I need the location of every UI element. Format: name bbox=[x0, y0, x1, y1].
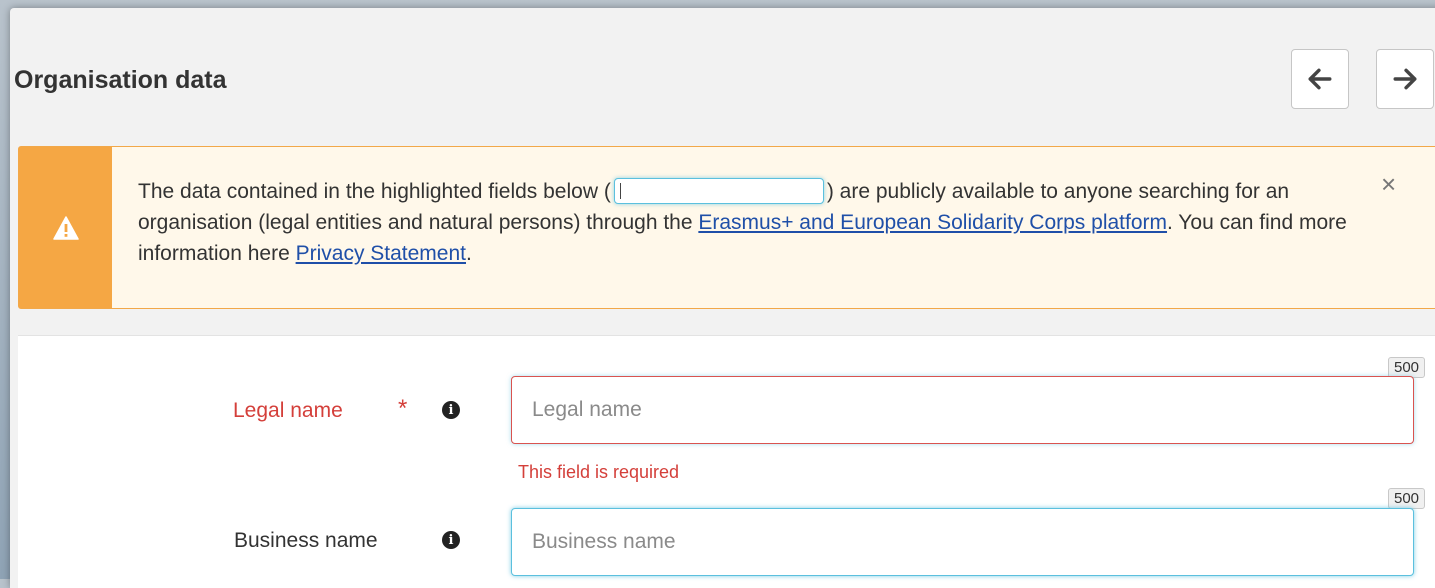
legal-name-label: Legal name bbox=[233, 399, 343, 422]
legal-name-input[interactable] bbox=[511, 376, 1414, 444]
arrow-right-icon bbox=[1393, 68, 1417, 90]
legal-name-info-icon[interactable]: i bbox=[442, 401, 460, 419]
alert-message: The data contained in the highlighted fi… bbox=[138, 176, 1358, 269]
platform-link[interactable]: Erasmus+ and European Solidarity Corps p… bbox=[698, 211, 1167, 234]
alert-close-icon[interactable]: × bbox=[1381, 171, 1396, 197]
required-marker: * bbox=[398, 395, 408, 422]
alert-text-part4: . bbox=[466, 242, 472, 265]
next-button[interactable] bbox=[1376, 49, 1434, 109]
business-name-max-length-badge: 500 bbox=[1388, 488, 1426, 509]
alert-text-part1: The data contained in the highlighted fi… bbox=[138, 180, 611, 203]
highlighted-field-sample bbox=[613, 178, 824, 204]
warning-icon bbox=[52, 215, 79, 240]
public-data-warning-alert: The data contained in the highlighted fi… bbox=[18, 146, 1435, 309]
alert-icon-panel bbox=[19, 147, 112, 308]
business-name-input[interactable] bbox=[511, 508, 1414, 576]
previous-button[interactable] bbox=[1291, 49, 1349, 109]
organisation-data-window: Organisation data The data contained in … bbox=[10, 8, 1435, 588]
legal-name-error-message: This field is required bbox=[518, 462, 680, 482]
business-name-info-icon[interactable]: i bbox=[442, 531, 460, 549]
privacy-statement-link[interactable]: Privacy Statement bbox=[296, 242, 466, 265]
business-name-label: Business name bbox=[234, 529, 378, 552]
organisation-form: Legal name * i 500 This field is require… bbox=[18, 335, 1435, 588]
page-title: Organisation data bbox=[14, 66, 227, 94]
page-header: Organisation data bbox=[10, 8, 1435, 138]
legal-name-max-length-badge: 500 bbox=[1388, 357, 1426, 378]
arrow-left-icon bbox=[1308, 68, 1332, 90]
